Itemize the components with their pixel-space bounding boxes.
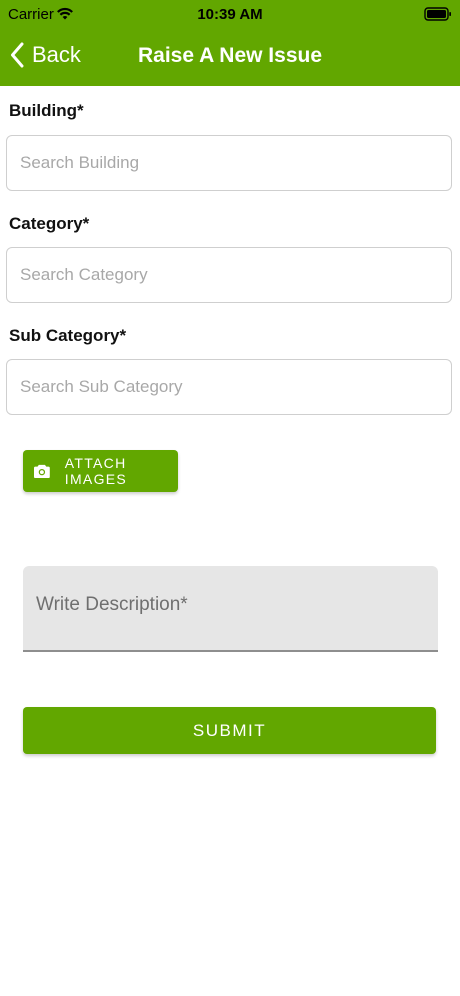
submit-button[interactable]: SUBMIT bbox=[23, 707, 436, 754]
building-field[interactable] bbox=[6, 135, 452, 191]
status-time: 10:39 AM bbox=[197, 6, 263, 23]
header-bar: Carrier 10:39 AM Back Raise A New Issue bbox=[0, 0, 460, 86]
description-field[interactable] bbox=[23, 566, 438, 652]
building-label: Building* bbox=[9, 101, 84, 120]
sub-category-field[interactable] bbox=[6, 359, 452, 415]
category-label: Category* bbox=[9, 214, 90, 233]
camera-icon bbox=[34, 464, 50, 479]
nav-bar: Back Raise A New Issue bbox=[0, 32, 460, 80]
battery-icon bbox=[424, 7, 451, 21]
sub-category-search-input[interactable] bbox=[7, 360, 451, 414]
description-input[interactable] bbox=[23, 566, 438, 650]
page-title: Raise A New Issue bbox=[137, 44, 323, 67]
attach-images-label: ATTACH IMAGES bbox=[64, 455, 128, 487]
category-field[interactable] bbox=[6, 247, 452, 303]
status-bar: Carrier 10:39 AM bbox=[0, 0, 460, 30]
building-search-input[interactable] bbox=[7, 136, 451, 190]
category-search-input[interactable] bbox=[7, 248, 451, 302]
sub-category-label: Sub Category* bbox=[9, 326, 127, 345]
attach-images-button[interactable]: ATTACH IMAGES bbox=[23, 450, 178, 492]
